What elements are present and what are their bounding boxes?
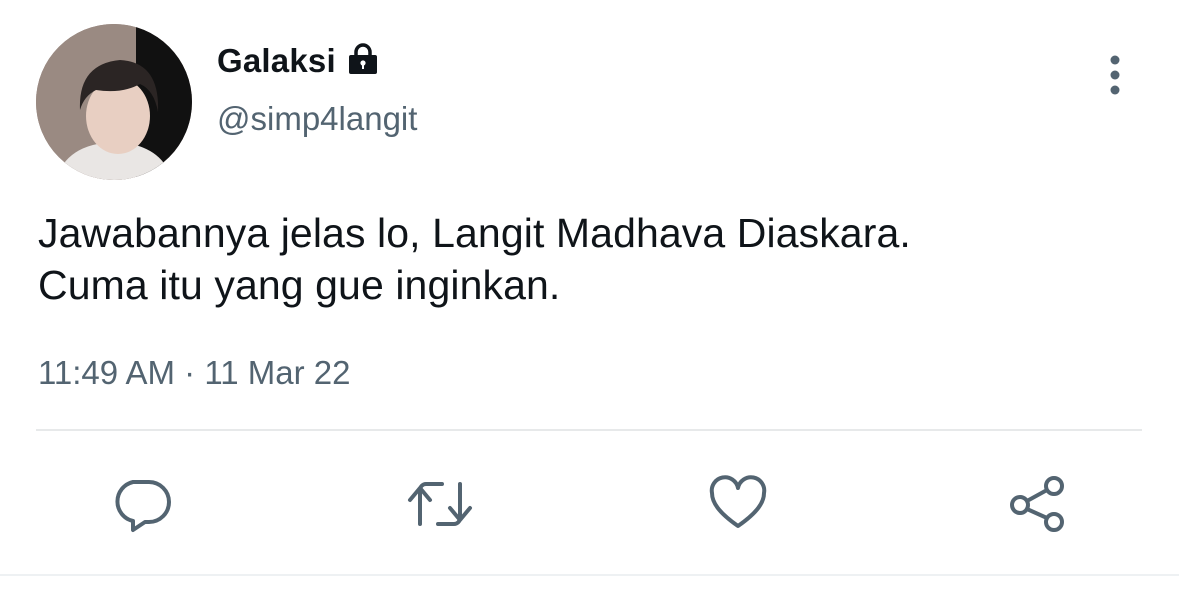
tweet-text-line: Jawabannya jelas lo, Langit Madhava Dias… (38, 210, 911, 256)
retweet-button[interactable] (406, 474, 472, 534)
tweet-text: Jawabannya jelas lo, Langit Madhava Dias… (38, 207, 1118, 311)
reply-icon (111, 480, 171, 538)
share-icon (1006, 476, 1068, 538)
like-button[interactable] (708, 474, 768, 534)
reply-button[interactable] (111, 474, 171, 534)
bottom-divider (0, 574, 1179, 576)
divider (36, 429, 1142, 431)
tweet-date: 11 Mar 22 (204, 354, 351, 391)
author-name-row: Galaksi (217, 42, 380, 80)
author-display-name[interactable]: Galaksi (217, 42, 336, 80)
more-vertical-icon[interactable] (1100, 54, 1130, 98)
avatar[interactable] (36, 24, 192, 180)
tweet-text-line: Cuma itu yang gue inginkan. (38, 262, 561, 308)
heart-icon (708, 475, 768, 538)
tweet-timestamp[interactable]: 11:49 AM · 11 Mar 22 (38, 354, 350, 392)
author-handle[interactable]: @simp4langit (217, 100, 417, 138)
tweet-time: 11:49 AM (38, 354, 175, 391)
retweet-icon (406, 482, 474, 538)
avatar-image (36, 24, 192, 180)
share-button[interactable] (1006, 474, 1066, 534)
meta-separator: · (184, 354, 196, 391)
lock-icon (346, 43, 380, 75)
tweet-detail: Galaksi @simp4langit Jawabannya jelas lo… (0, 0, 1179, 594)
